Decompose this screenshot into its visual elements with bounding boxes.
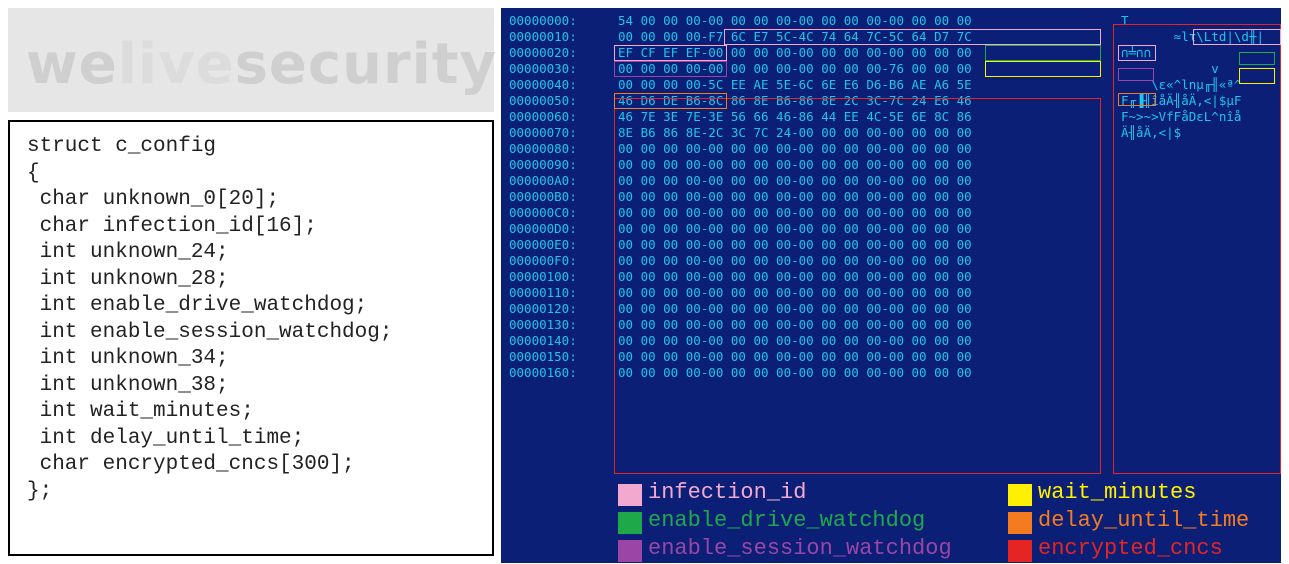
hex-row-address: 000000A0: [509,173,577,188]
watermark-part-3: security [234,32,498,97]
hex-row-address: 000000F0: [509,253,577,268]
watermark-part-1: we [26,32,118,97]
infection-id-region-2 [614,45,727,61]
hex-row-address: 00000050: [509,93,577,108]
hex-row-address: 00000020: [509,45,577,60]
hex-row-address: 00000130: [509,317,577,332]
hex-row-address: 00000110: [509,285,577,300]
hex-row-address: 00000030: [509,61,577,76]
legend-swatch [618,540,642,562]
hex-row-address: 000000B0: [509,189,577,204]
hex-row-address: 00000010: [509,29,577,44]
legend-label: wait_minutes [1038,480,1197,505]
legend-swatch [1008,512,1032,534]
welivesecurity-watermark: welivesecurity [8,8,497,112]
legend-label: delay_until_time [1038,508,1250,533]
watermark-logo-text: welivesecurity [26,32,497,97]
hex-row-address: 00000080: [509,141,577,156]
hex-row-address: 00000040: [509,77,577,92]
ascii-infection-id-box-2 [1118,45,1156,61]
infection-id-region-1 [724,29,1101,45]
legend-swatch [1008,484,1032,506]
ascii-delay-until-time-box [1118,93,1156,106]
ascii-drive-watchdog-box [1239,52,1275,65]
enable-session-watchdog-region [614,61,727,77]
hex-row-address: 000000E0: [509,237,577,252]
watermark-part-2: live [117,32,235,97]
hex-row-address: 00000150: [509,349,577,364]
legend-swatch [618,512,642,534]
hex-viewer: 00000000: 54 00 00 00-00 00 00 00-00 00 0… [501,8,1281,563]
ascii-infection-id-box-1 [1193,29,1281,45]
wait-minutes-region [985,61,1101,77]
hex-row-address: 000000C0: [509,205,577,220]
encrypted-cncs-region [614,98,1101,474]
hex-row-address: 00000060: [509,109,577,124]
enable-drive-watchdog-region [985,45,1101,61]
legend-label: encrypted_cncs [1038,536,1223,561]
hex-row-address: 00000120: [509,301,577,316]
hex-row-address: 00000000: [509,13,577,28]
hex-row-address: 00000140: [509,333,577,348]
delay-until-time-region [614,93,727,109]
struct-definition-panel: struct c_config { char unknown_0[20]; ch… [8,120,494,556]
hex-row-address: 000000D0: [509,221,577,236]
hex-row-address: 00000160: [509,365,577,380]
hex-row-bytes: 54 00 00 00-00 00 00 00-00 00 00 00-00 0… [618,13,972,28]
ascii-wait-minutes-box [1239,68,1275,84]
legend-label: enable_drive_watchdog [648,508,926,533]
struct-code: struct c_config { char unknown_0[20]; ch… [27,135,393,503]
legend-label: infection_id [648,480,807,505]
ascii-session-watchdog-box [1118,68,1154,81]
hex-row-address: 00000070: [509,125,577,140]
hex-row-bytes: 00 00 00 00-5C EE AE 5E-6C 6E E6 D6-B6 A… [618,77,972,92]
hex-row-address: 00000100: [509,269,577,284]
ascii-panel-frame [1113,24,1281,474]
legend-swatch [618,484,642,506]
legend-swatch [1008,540,1032,562]
hex-row-address: 00000090: [509,157,577,172]
legend-label: enable_session_watchdog [648,536,952,561]
